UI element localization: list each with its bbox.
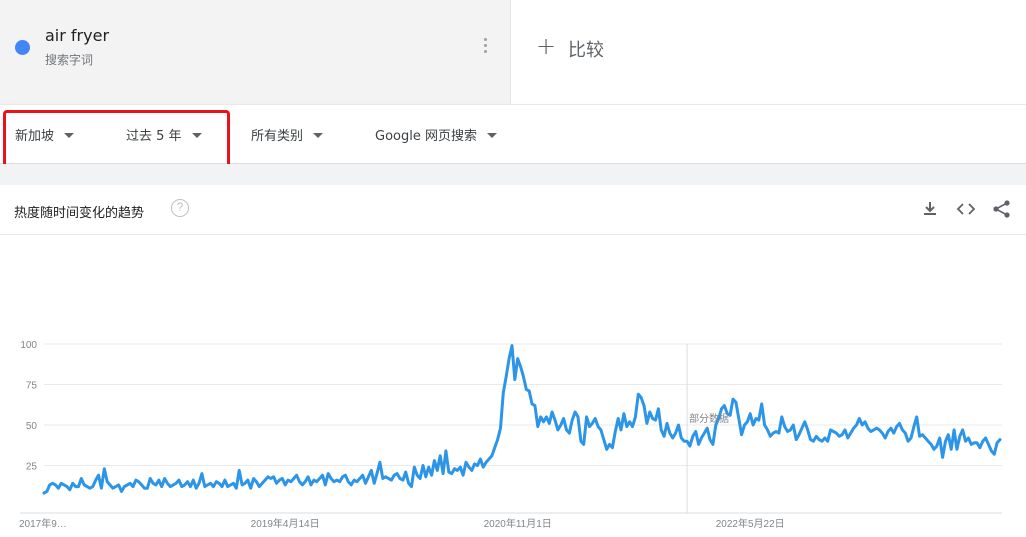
x-tick-label: 2020年11月1日 (484, 517, 552, 530)
compare-button[interactable]: + 比较 (510, 0, 1026, 104)
section-divider (0, 164, 1026, 185)
caret-down-icon (486, 133, 497, 138)
x-tick-label: 2019年4月14日 (251, 517, 320, 530)
chart-title: 热度随时间变化的趋势 (14, 206, 145, 221)
series-line-air-fryer (42, 344, 1002, 495)
search-type-label: Google 网页搜索 (375, 129, 477, 144)
y-tick-label: 75 (26, 381, 38, 392)
plus-icon: + (536, 32, 557, 60)
search-term-title: air fryer (45, 26, 110, 45)
y-tick-label: 25 (26, 462, 38, 473)
y-tick-label: 50 (26, 421, 38, 432)
caret-down-icon (313, 133, 324, 138)
search-type-dropdown[interactable]: Google 网页搜索 (375, 125, 497, 144)
chart-header: 热度随时间变化的趋势 ? (0, 185, 1026, 235)
interest-over-time-card: 热度随时间变化的趋势 ? 25 50 75 100 2017年9… 2019年4月14日… (0, 185, 1026, 537)
download-icon[interactable] (920, 199, 940, 219)
highlight-annotation (3, 110, 230, 171)
series-color-dot (15, 40, 30, 55)
partial-data-label: 部分数据 (689, 412, 729, 425)
search-term-subtitle: 搜索字词 (45, 53, 94, 67)
y-tick-label: 100 (20, 340, 37, 351)
help-icon[interactable]: ? (171, 199, 189, 217)
trend-line-chart: 25 50 75 100 2017年9… 2019年4月14日 2020年11月1日 202… (19, 340, 1002, 530)
embed-icon[interactable] (956, 199, 976, 219)
category-dropdown[interactable]: 所有类别 (251, 125, 324, 144)
category-label: 所有类别 (251, 129, 304, 144)
x-tick-label: 2022年5月22日 (716, 517, 785, 530)
share-icon[interactable] (992, 199, 1012, 219)
x-tick-label: 2017年9… (19, 517, 67, 530)
search-term-card[interactable]: air fryer 搜索字词 (0, 0, 510, 104)
compare-label: 比较 (568, 40, 604, 61)
more-vert-icon[interactable] (479, 38, 491, 56)
